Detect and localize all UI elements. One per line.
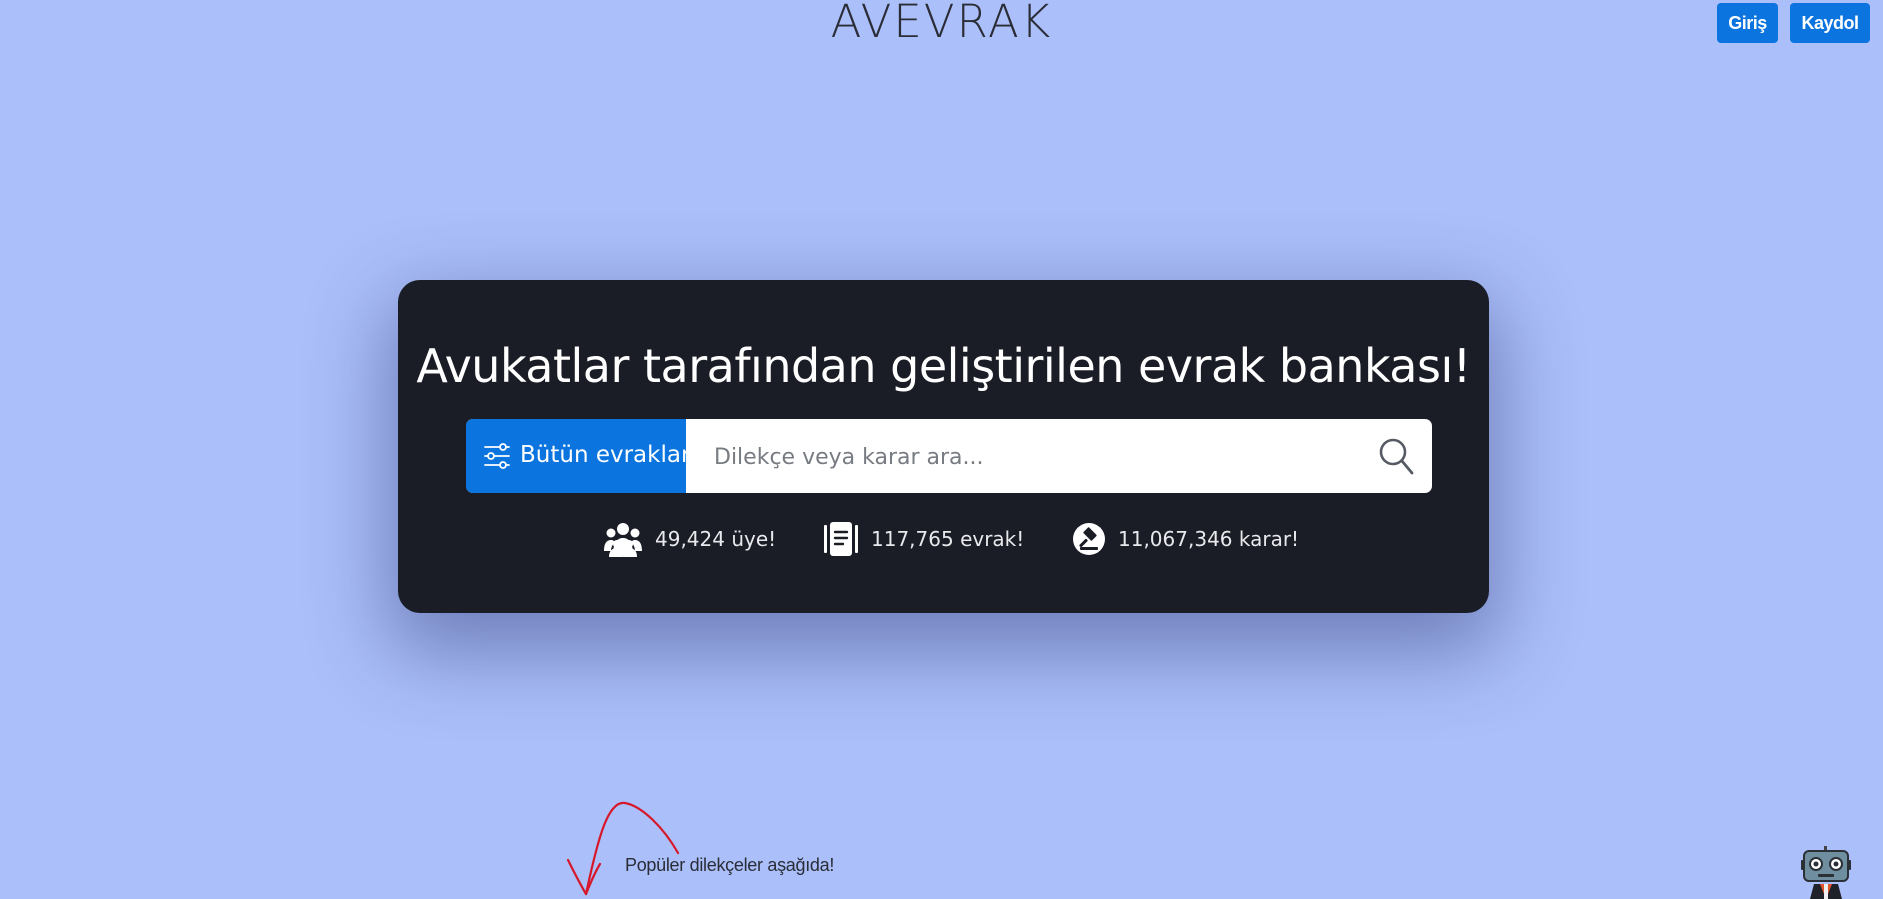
site-stats: 49,424 üye! 117,765 evrak! 11,067,346 ka…	[398, 519, 1489, 559]
page: AVEVRAK Giriş Kaydol Avukatlar tarafında…	[0, 0, 1883, 899]
filter-label: Bütün evraklar	[520, 442, 691, 468]
site-logo[interactable]: AVEVRAK	[0, 0, 1883, 48]
search-input[interactable]	[712, 436, 1356, 478]
stat-decisions: 11,067,346 karar!	[1072, 519, 1299, 559]
popular-petitions-hint: Popüler dilekçeler aşağıda!	[625, 855, 835, 875]
search-button[interactable]	[1376, 435, 1418, 477]
signup-button[interactable]: Kaydol	[1790, 3, 1870, 43]
robot-mascot-icon[interactable]	[1800, 846, 1856, 899]
document-icon	[824, 522, 858, 556]
search-bar: Bütün evraklar	[466, 419, 1432, 493]
hero-headline: Avukatlar tarafından geliştirilen evrak …	[416, 339, 1471, 393]
stat-decisions-text: 11,067,346 karar!	[1118, 527, 1300, 551]
login-button[interactable]: Giriş	[1717, 3, 1778, 43]
document-filter-button[interactable]: Bütün evraklar	[466, 419, 690, 493]
stat-members: 49,424 üye!	[603, 519, 776, 559]
curved-arrow-down-icon	[566, 801, 680, 896]
sliders-icon	[484, 443, 510, 469]
users-icon	[604, 523, 642, 557]
stat-documents: 117,765 evrak!	[823, 519, 1024, 559]
search-icon	[1379, 438, 1414, 475]
stat-members-text: 49,424 üye!	[655, 527, 777, 551]
gavel-icon	[1073, 523, 1105, 555]
hero-card: Avukatlar tarafından geliştirilen evrak …	[398, 280, 1489, 613]
stat-documents-text: 117,765 evrak!	[871, 527, 1025, 551]
